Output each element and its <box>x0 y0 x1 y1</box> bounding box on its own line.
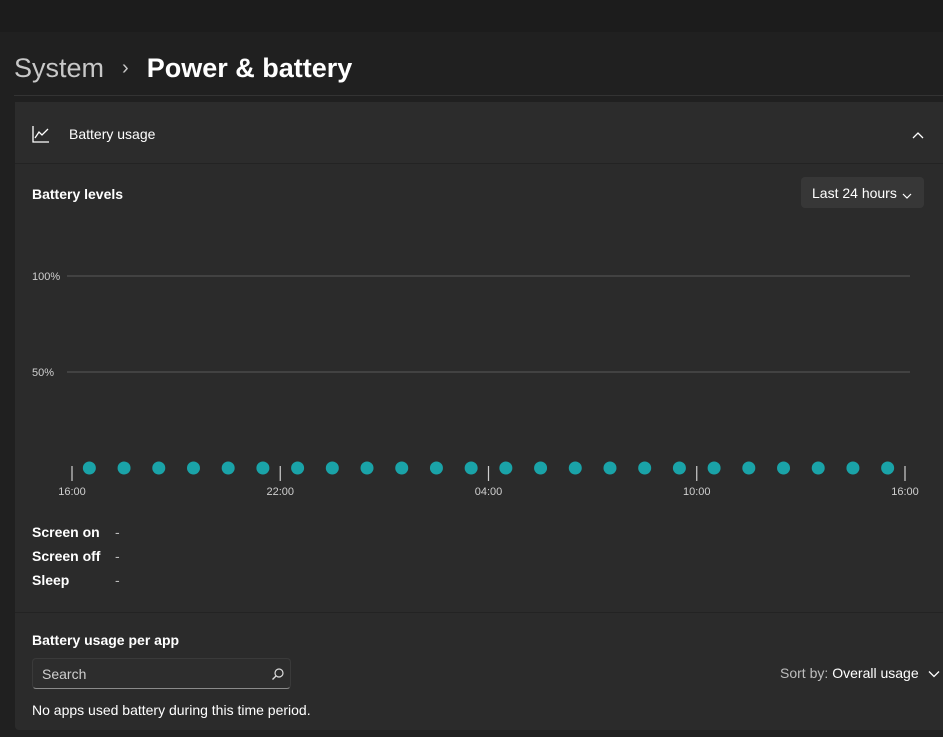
breadcrumb-chevron-icon: › <box>122 56 129 79</box>
header-divider <box>14 95 943 96</box>
x-tick-label: 10:00 <box>683 486 711 498</box>
line-chart-icon <box>31 124 51 144</box>
x-tick-label: 16:00 <box>58 486 86 498</box>
chevron-down-icon <box>902 187 912 203</box>
battery-level-point <box>221 461 235 475</box>
breadcrumb: System › Power & battery <box>14 50 352 86</box>
battery-level-point <box>395 461 409 475</box>
empty-state-message: No apps used battery during this time pe… <box>32 702 311 718</box>
battery-level-point <box>777 461 791 475</box>
battery-level-point <box>464 461 478 475</box>
app-search-box[interactable] <box>32 658 291 689</box>
battery-level-point <box>152 461 166 475</box>
page-title: Power & battery <box>146 52 353 83</box>
x-tick-label: 22:00 <box>266 486 294 498</box>
battery-usage-per-app-title: Battery usage per app <box>32 632 180 648</box>
stat-label: Screen off <box>32 548 101 564</box>
battery-level-point <box>742 461 756 475</box>
battery-level-point <box>846 461 860 475</box>
chevron-down-icon <box>928 665 940 681</box>
battery-usage-label: Battery usage <box>69 126 156 142</box>
battery-level-point <box>291 461 305 475</box>
battery-levels-title: Battery levels <box>32 186 124 202</box>
stat-label: Sleep <box>32 572 70 588</box>
battery-level-point <box>638 461 652 475</box>
sort-by-label: Sort by: <box>780 665 829 681</box>
battery-level-point <box>325 461 339 475</box>
battery-usage-header[interactable]: Battery usage <box>15 102 943 164</box>
battery-level-point <box>707 461 721 475</box>
title-bar <box>0 0 943 32</box>
time-range-value: Last 24 hours <box>812 184 897 201</box>
battery-level-point <box>186 461 200 475</box>
time-range-dropdown[interactable]: Last 24 hours <box>801 177 924 208</box>
sort-by-value: Overall usage <box>832 665 919 681</box>
battery-usage-card: Battery usage Battery levels Last 24 hou… <box>15 102 943 730</box>
stat-value: - <box>115 524 120 540</box>
search-input[interactable] <box>33 659 263 688</box>
battery-level-point <box>256 461 270 475</box>
battery-levels-chart: 100% 50% 16:00 22:00 04:00 10:00 16:00 <box>32 271 919 498</box>
battery-level-point <box>881 461 895 475</box>
battery-level-point <box>568 461 582 475</box>
section-divider <box>15 612 943 613</box>
battery-level-point <box>117 461 131 475</box>
breadcrumb-system[interactable]: System <box>14 53 104 84</box>
y-tick-label: 50% <box>32 367 54 379</box>
x-tick-label: 04:00 <box>475 486 503 498</box>
x-tick-label: 16:00 <box>891 486 919 498</box>
battery-level-point <box>811 461 825 475</box>
sort-by-dropdown[interactable]: Sort by: Overall usage <box>780 665 940 681</box>
battery-level-point <box>429 461 443 475</box>
battery-level-point <box>499 461 513 475</box>
chevron-up-icon[interactable] <box>905 122 931 148</box>
stat-value: - <box>115 548 120 564</box>
battery-level-point <box>672 461 686 475</box>
stat-label: Screen on <box>32 524 100 540</box>
stat-value: - <box>115 572 120 588</box>
battery-level-point <box>603 461 617 475</box>
battery-level-point <box>82 461 96 475</box>
battery-level-point <box>534 461 548 475</box>
battery-level-point <box>360 461 374 475</box>
y-tick-label: 100% <box>32 271 60 283</box>
search-icon[interactable] <box>271 667 285 686</box>
